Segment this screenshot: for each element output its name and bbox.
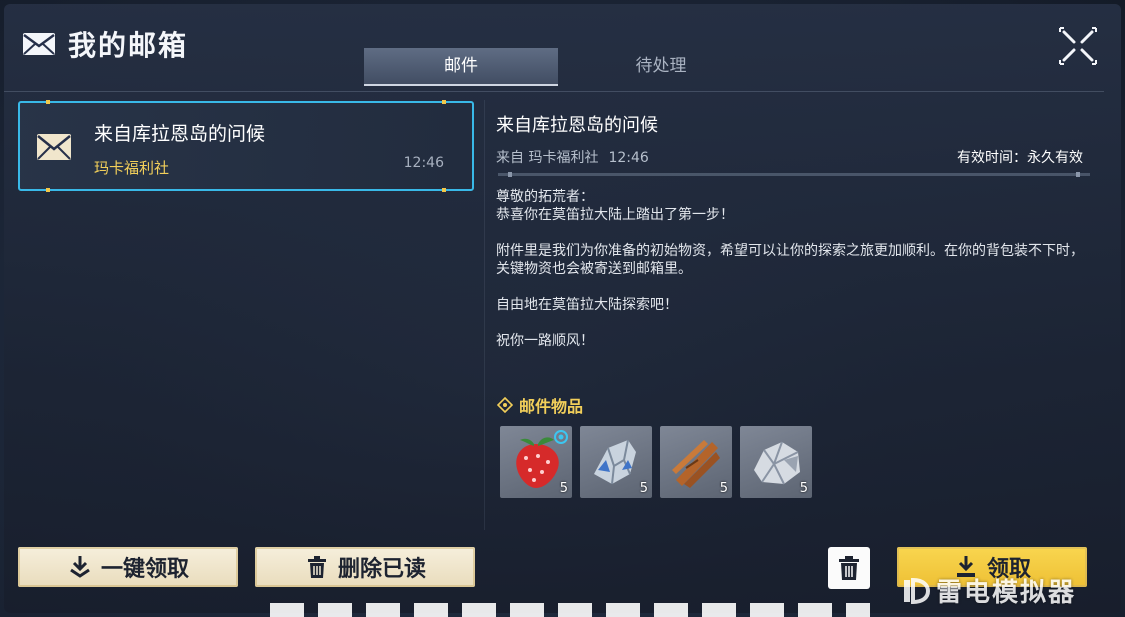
item-quantity: 5 bbox=[799, 481, 808, 496]
attachments-title: 邮件物品 bbox=[519, 397, 584, 416]
detail-time: 12:46 bbox=[608, 150, 649, 166]
mail-body: 尊敬的拓荒者： 恭喜你在莫笛拉大陆上踏出了第一步！ 附件里是我们为你准备的初始物… bbox=[496, 188, 1096, 368]
detail-separator bbox=[498, 172, 1090, 177]
trash-icon bbox=[307, 556, 326, 578]
delete-read-label: 删除已读 bbox=[337, 557, 426, 582]
emulator-watermark: 雷电模拟器 bbox=[900, 572, 1076, 609]
claim-all-label: 一键领取 bbox=[100, 557, 189, 582]
envelope-icon bbox=[23, 33, 55, 55]
strawberry-icon bbox=[516, 430, 568, 488]
corner-marker bbox=[442, 188, 446, 192]
body-greeting: 尊敬的拓荒者： bbox=[496, 189, 594, 205]
subtitle-overlay bbox=[270, 603, 870, 617]
page-title: 我的邮箱 bbox=[68, 29, 189, 62]
attachments-header: 邮件物品 bbox=[497, 393, 583, 417]
mailbox-title: 我的邮箱 bbox=[22, 24, 188, 64]
stone-ore-icon bbox=[754, 441, 800, 485]
attachment-slot[interactable]: 5 bbox=[660, 426, 732, 498]
mail-sender: 玛卡福利社 bbox=[94, 159, 170, 177]
corner-marker bbox=[46, 100, 50, 104]
corner-marker bbox=[46, 188, 50, 192]
body-signoff: 祝你一路顺风！ bbox=[496, 333, 594, 349]
download-icon bbox=[70, 556, 90, 578]
detail-validity: 有效时间：永久有效 bbox=[957, 150, 1083, 166]
wood-sticks-icon bbox=[672, 440, 720, 488]
body-paragraph: 自由地在莫笛拉大陆探索吧！ bbox=[496, 297, 678, 313]
ldplayer-logo-icon bbox=[904, 577, 930, 604]
body-line: 恭喜你在莫笛拉大陆上踏出了第一步！ bbox=[496, 207, 734, 223]
tab-pending[interactable]: 待处理 bbox=[564, 48, 758, 84]
mail-time: 12:46 bbox=[403, 155, 444, 171]
crystal-ore-icon bbox=[594, 439, 636, 485]
envelope-icon bbox=[37, 134, 71, 160]
column-divider bbox=[484, 100, 485, 530]
delete-read-button[interactable]: 删除已读 bbox=[255, 547, 475, 587]
attachment-slot[interactable]: 5 bbox=[580, 426, 652, 498]
body-paragraph: 附件里是我们为你准备的初始物资，希望可以让你的探索之旅更加顺利。在你的背包装不下… bbox=[496, 243, 1084, 277]
item-quantity: 5 bbox=[639, 481, 648, 496]
mail-subject: 来自库拉恩岛的问候 bbox=[94, 123, 266, 145]
diamond-icon bbox=[497, 397, 513, 413]
detail-sender: 来自 玛卡福利社 bbox=[496, 150, 599, 166]
trash-icon bbox=[839, 556, 859, 580]
tab-mail[interactable]: 邮件 bbox=[364, 48, 558, 86]
item-quantity: 5 bbox=[559, 481, 568, 496]
corner-marker bbox=[442, 100, 446, 104]
attachment-slot[interactable]: 5 bbox=[740, 426, 812, 498]
detail-subject: 来自库拉恩岛的问候 bbox=[496, 115, 658, 136]
attachment-slot[interactable]: 5 bbox=[500, 426, 572, 498]
close-x-icon[interactable] bbox=[1058, 26, 1098, 66]
claim-all-button[interactable]: 一键领取 bbox=[18, 547, 238, 587]
delete-mail-button[interactable] bbox=[828, 547, 870, 589]
detail-from: 来自 玛卡福利社 12:46 bbox=[496, 147, 649, 167]
header-divider bbox=[4, 91, 1104, 92]
watermark-text: 雷电模拟器 bbox=[936, 578, 1077, 608]
mail-list-item[interactable]: 来自库拉恩岛的问候 玛卡福利社 12:46 bbox=[18, 100, 474, 192]
tab-bar: 邮件 待处理 bbox=[364, 48, 758, 86]
item-quantity: 5 bbox=[719, 481, 728, 496]
attachment-list: 5 5 5 5 bbox=[500, 426, 812, 498]
